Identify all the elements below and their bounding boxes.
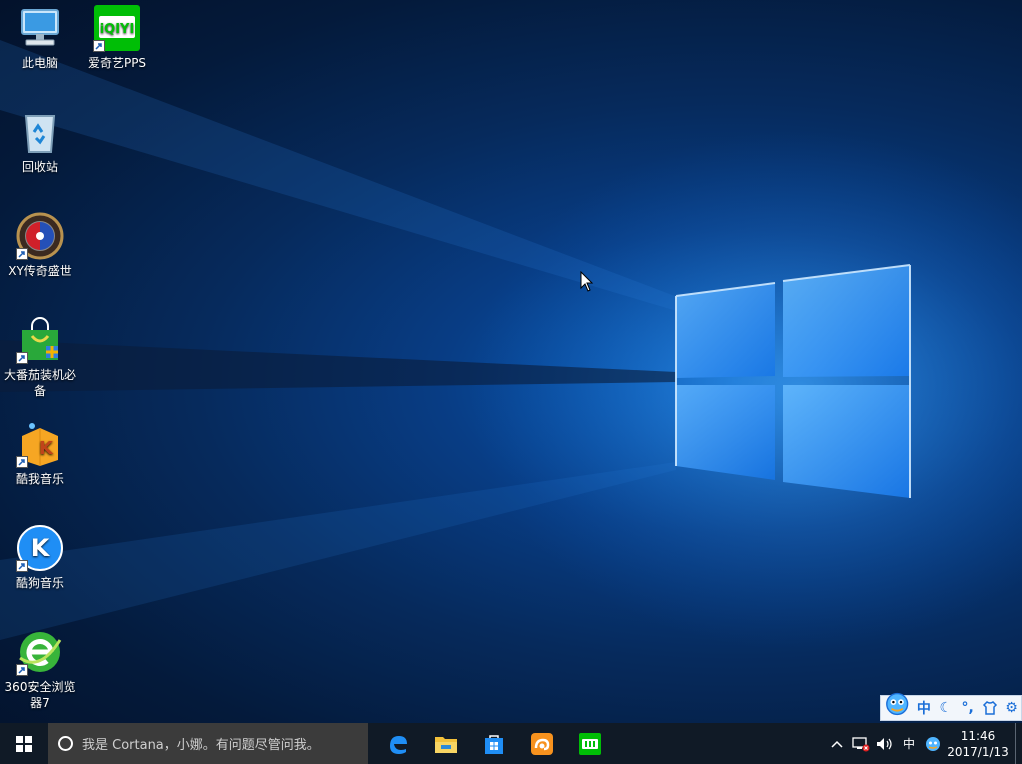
shortcut-arrow-icon — [16, 248, 28, 260]
shortcut-arrow-icon — [16, 664, 28, 676]
desktop-icon-label: 酷狗音乐 — [15, 576, 64, 590]
clock-date: 2017/1/13 — [947, 744, 1009, 759]
desktop-icon-this-pc[interactable]: 此电脑 — [1, 4, 79, 71]
desktop-icon-tomato-installer[interactable]: 大番茄装机必备 — [1, 316, 79, 399]
shirt-icon[interactable] — [980, 698, 999, 718]
shortcut-arrow-icon — [93, 40, 105, 52]
settings-icon[interactable]: ⚙ — [1002, 698, 1021, 718]
taskbar-iqiyi[interactable] — [566, 723, 614, 764]
taskbar-clock[interactable]: 11:46 2017/1/13 — [945, 728, 1011, 760]
clock-time: 11:46 — [960, 728, 996, 743]
desktop-icon-label: XY传奇盛世 — [8, 264, 72, 278]
game-icon — [16, 212, 64, 260]
desktop-icon-kugou-music[interactable]: K 酷狗音乐 — [1, 524, 79, 591]
taskbar-edge[interactable] — [374, 723, 422, 764]
sogou-ime-tray-icon[interactable] — [921, 723, 945, 764]
system-tray: 中 11:46 2017/1/13 — [825, 723, 1022, 764]
shortcut-arrow-icon — [16, 456, 28, 468]
desktop-icon-label: 酷我音乐 — [15, 472, 64, 486]
desktop-icon-kuwo-music[interactable]: K 酷我音乐 — [1, 420, 79, 487]
iqiyi-icon: iQIYI — [93, 4, 141, 52]
browser-360-icon — [16, 628, 64, 676]
desktop-icon-label: 回收站 — [21, 160, 58, 174]
desktop-icon-xy-game[interactable]: XY传奇盛世 — [1, 212, 79, 279]
cortana-search-box[interactable]: 我是 Cortana，小娜。有问题尽管问我。 — [48, 723, 368, 764]
desktop-icon-recycle-bin[interactable]: 回收站 — [1, 108, 79, 175]
show-hidden-icons-chevron-up-icon[interactable] — [825, 723, 849, 764]
cortana-icon — [58, 736, 73, 751]
svg-text:K: K — [31, 534, 51, 562]
windows-wallpaper — [0, 40, 1022, 650]
shopping-bag-icon — [16, 316, 64, 364]
punctuation-icon[interactable]: °, — [958, 698, 977, 718]
desktop-icon-360-browser[interactable]: 360安全浏览器7 — [1, 628, 79, 711]
taskbar-store[interactable] — [470, 723, 518, 764]
desktop-icon-label: 此电脑 — [21, 56, 58, 70]
ime-toolbar[interactable]: 中 ☾ °, ⚙ — [880, 692, 1022, 721]
iqiyi-logo-text: iQIYI — [100, 22, 135, 37]
computer-icon — [16, 4, 64, 52]
search-placeholder: 我是 Cortana，小娜。有问题尽管问我。 — [82, 738, 320, 753]
ime-mode-toggle[interactable]: 中 — [914, 698, 933, 718]
mascot-icon[interactable] — [883, 689, 911, 719]
moon-icon[interactable]: ☾ — [936, 698, 955, 718]
svg-text:K: K — [39, 438, 54, 459]
desktop-icon-label: 爱奇艺PPS — [87, 56, 147, 70]
taskbar: 我是 Cortana，小娜。有问题尽管问我。 中 11:46 2017/1/13 — [0, 723, 1022, 764]
uc-browser-icon — [531, 732, 553, 755]
store-icon — [485, 734, 503, 754]
desktop-icon-iqiyi[interactable]: iQIYI 爱奇艺PPS — [78, 4, 156, 71]
start-button[interactable] — [0, 723, 48, 764]
file-explorer-icon — [435, 736, 457, 753]
desktop[interactable]: 此电脑 iQIYI 爱奇艺PPS 回收站 XY传奇盛世 大番茄装机必备 K 酷我… — [0, 0, 1022, 723]
taskbar-file-explorer[interactable] — [422, 723, 470, 764]
mouse-cursor-icon — [580, 271, 594, 292]
input-method-indicator[interactable]: 中 — [897, 723, 921, 764]
shortcut-arrow-icon — [16, 352, 28, 364]
shortcut-arrow-icon — [16, 560, 28, 572]
pinned-apps — [374, 723, 614, 764]
taskbar-uc-browser[interactable] — [518, 723, 566, 764]
volume-icon[interactable] — [873, 723, 897, 764]
network-disconnected-icon[interactable] — [849, 723, 873, 764]
desktop-icon-label: 360安全浏览器7 — [4, 680, 76, 710]
windows-logo-icon — [16, 735, 32, 752]
edge-icon — [390, 735, 407, 754]
kugou-music-icon: K — [16, 524, 64, 572]
show-desktop-button[interactable] — [1015, 723, 1022, 764]
iqiyi-icon — [579, 732, 601, 755]
kuwo-music-icon: K — [16, 420, 64, 468]
recycle-bin-icon — [16, 108, 64, 156]
desktop-icon-label: 大番茄装机必备 — [3, 368, 76, 398]
